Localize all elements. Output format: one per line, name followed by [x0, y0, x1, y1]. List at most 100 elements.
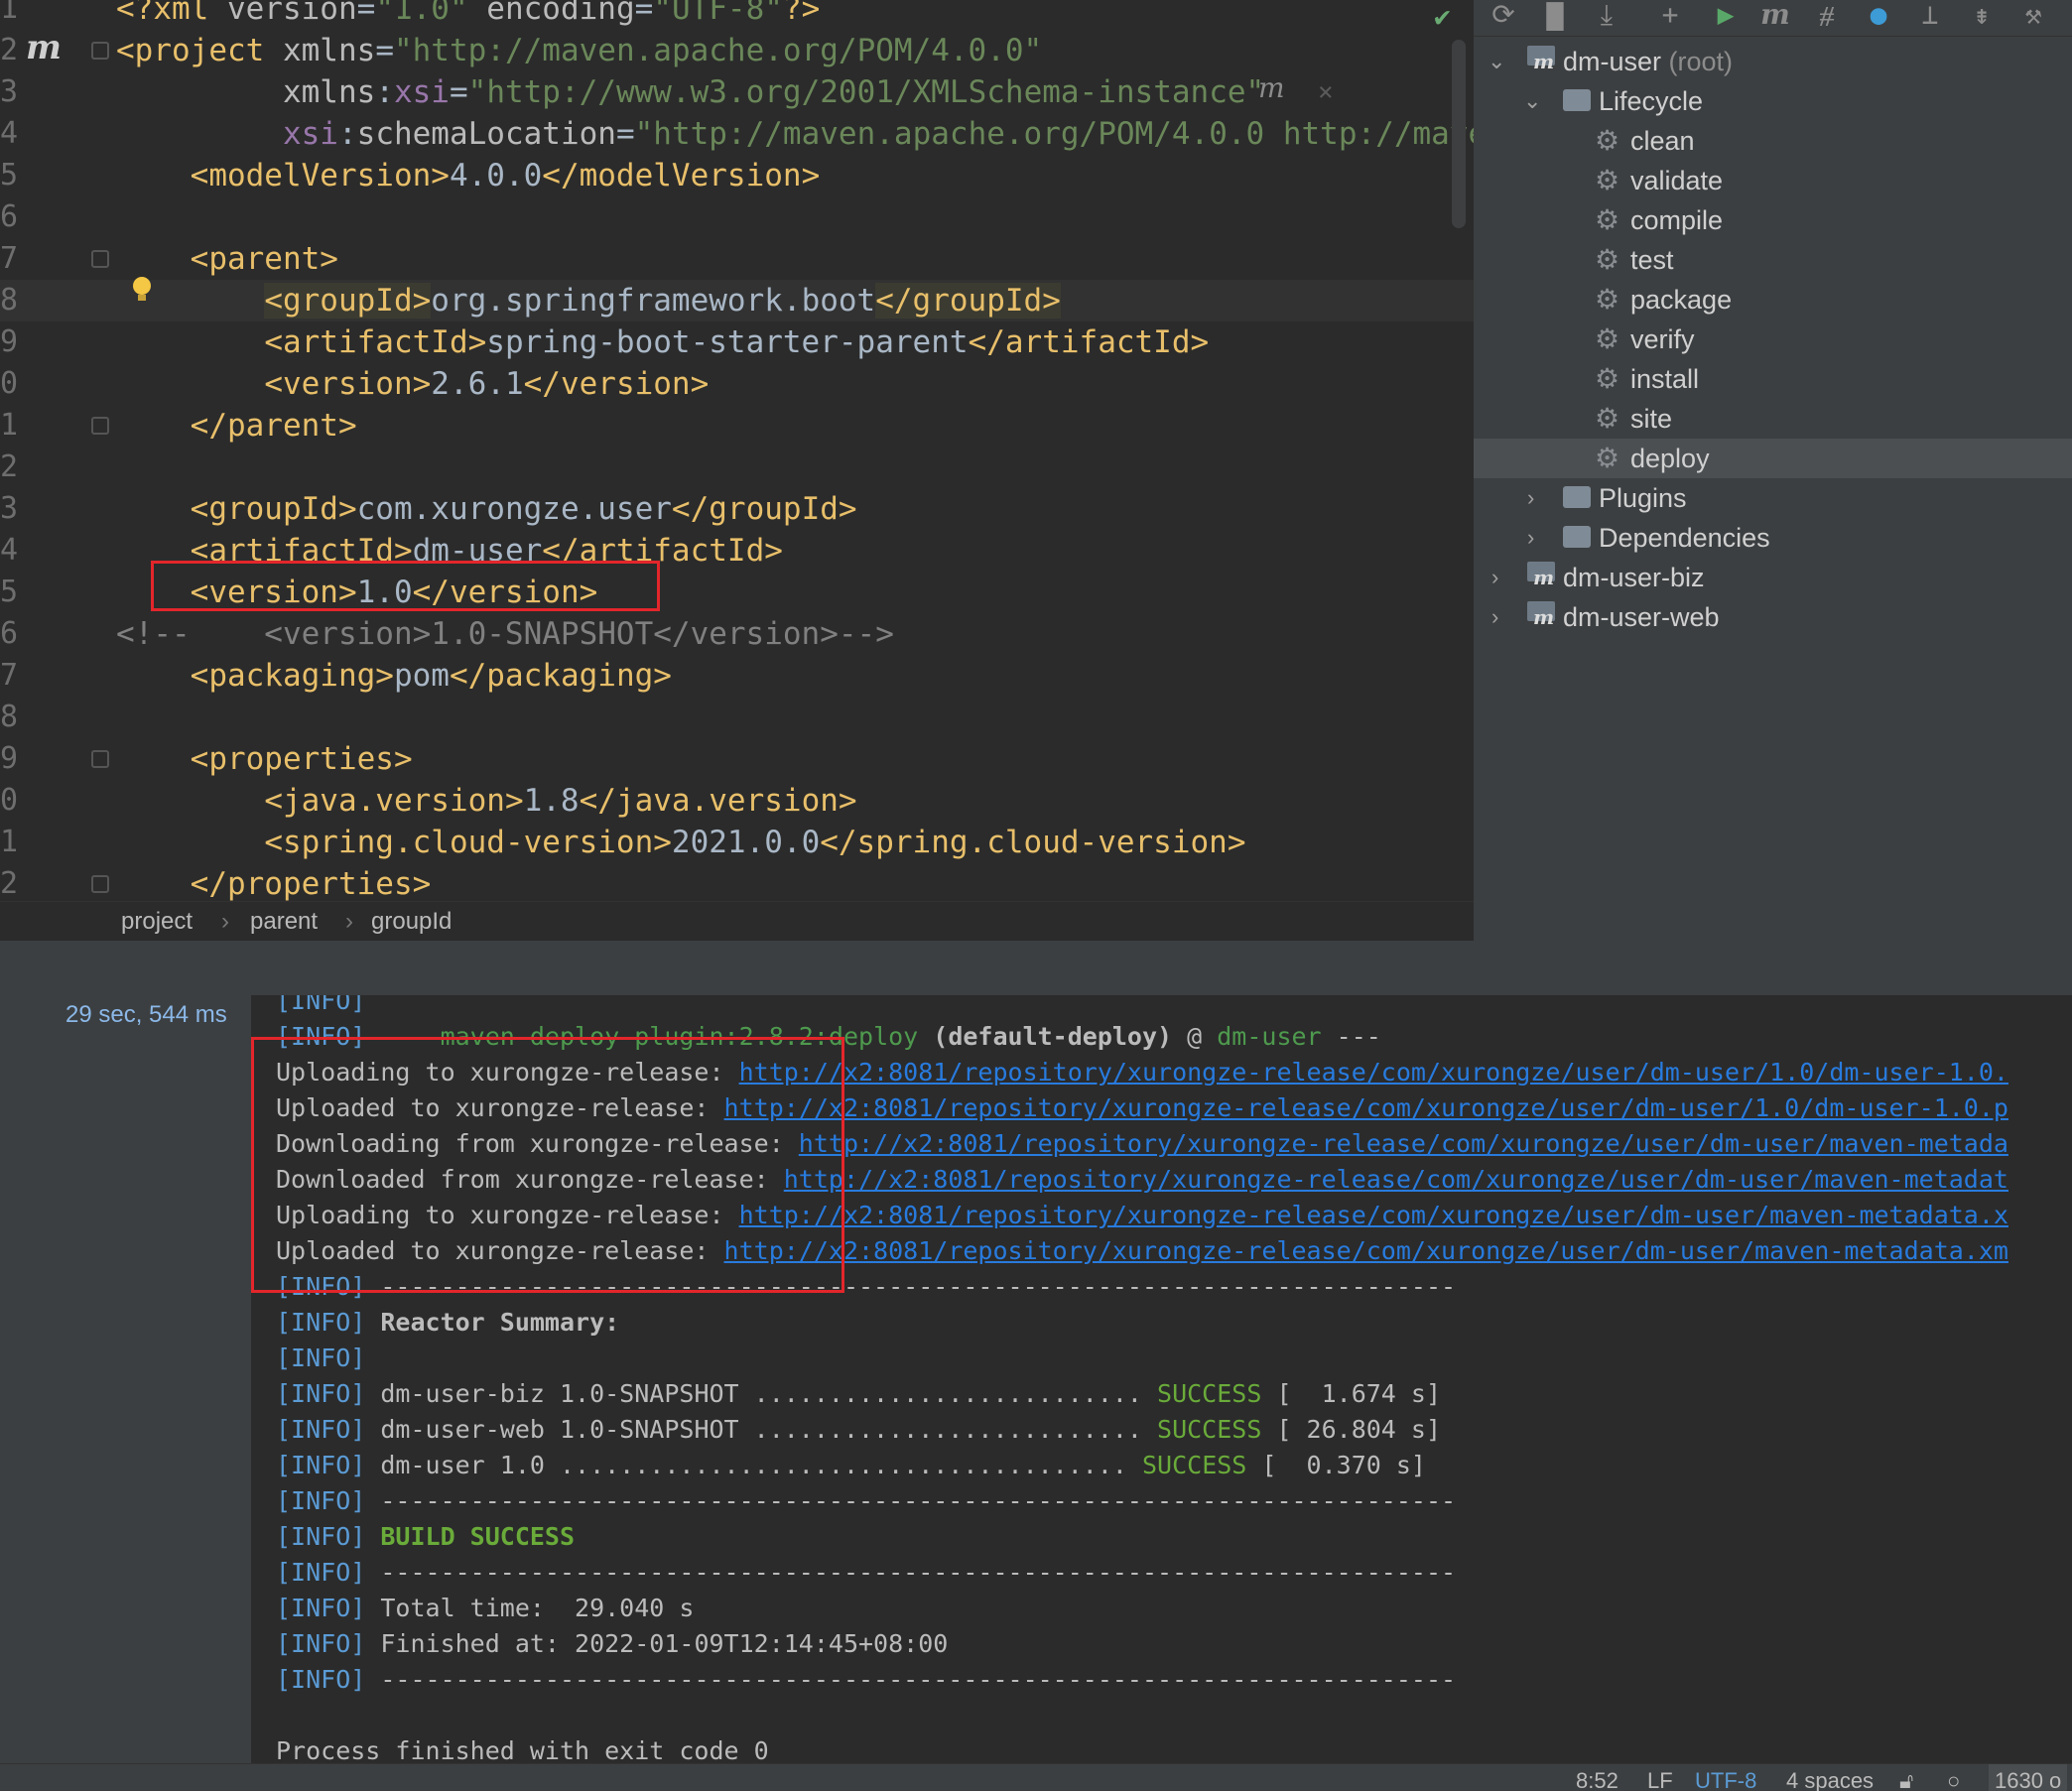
lifecycle-item-deploy[interactable]: ⚙ deploy — [1474, 439, 2072, 478]
lifecycle-item-clean[interactable]: ⚙ clean — [1474, 121, 2072, 161]
code-token: </artifactId> — [968, 324, 1210, 360]
line-number: 7 — [0, 241, 19, 276]
line-number: 9 — [0, 741, 19, 776]
tree-item-label: Dependencies — [1599, 523, 1770, 553]
code-text: <version>2.6.1</version> — [116, 363, 709, 405]
breadcrumb-item-project[interactable]: project — [121, 902, 193, 941]
code-token: 1.8 — [523, 783, 580, 819]
inspection-ok-icon[interactable]: ✔ — [1434, 0, 1451, 33]
code-line[interactable]: 6 — [0, 196, 1474, 238]
chevron-down-icon[interactable]: ⌄ — [1488, 42, 1505, 81]
code-token: </version> — [523, 366, 710, 402]
lifecycle-item-validate[interactable]: ⚙ validate — [1474, 161, 2072, 200]
code-line[interactable]: 6 <!-- <version>1.0-SNAPSHOT</version>--> — [0, 613, 1474, 655]
lifecycle-label: site — [1630, 404, 1673, 434]
lifecycle-item-verify[interactable]: ⚙ verify — [1474, 320, 2072, 359]
fold-marker-icon[interactable] — [91, 417, 109, 435]
caret-position[interactable]: 8:52 — [1576, 1764, 1619, 1791]
code-line[interactable]: 1 </parent> — [0, 405, 1474, 447]
code-line[interactable]: 5 <modelVersion>4.0.0</modelVersion> — [0, 155, 1474, 196]
code-text: <properties> — [116, 738, 413, 780]
code-line[interactable]: 2 <project xmlns="http://maven.apache.org… — [0, 30, 1474, 71]
code-line[interactable]: 7 <parent> — [0, 238, 1474, 280]
code-line[interactable]: 3 <groupId>com.xurongze.user</groupId> — [0, 488, 1474, 530]
tool-window-separator[interactable] — [0, 941, 2072, 995]
fold-marker-icon[interactable] — [91, 750, 109, 768]
fold-marker-icon[interactable] — [91, 875, 109, 893]
code-line[interactable]: 4 xsi:schemaLocation="http://maven.apach… — [0, 113, 1474, 155]
search-icon[interactable]: ○ — [1947, 1764, 1960, 1791]
chevron-right-icon[interactable]: › — [1527, 518, 1534, 558]
code-line[interactable]: 9 <artifactId>spring-boot-starter-parent… — [0, 321, 1474, 363]
code-line[interactable]: 2 </properties> — [0, 863, 1474, 905]
line-number: 6 — [0, 199, 19, 234]
breadcrumb-item-parent[interactable]: parent — [250, 902, 318, 941]
download-icon[interactable]: ⤓ — [1589, 0, 1624, 32]
add-icon[interactable]: + — [1652, 0, 1688, 32]
file-encoding[interactable]: UTF-8 — [1695, 1764, 1756, 1791]
chevron-down-icon[interactable]: ⌄ — [1523, 81, 1541, 121]
chevron-right-icon[interactable]: › — [1491, 597, 1498, 637]
lock-icon[interactable]: 🔓︎ — [1899, 1764, 1913, 1791]
memory-indicator[interactable]: 1630 o — [1989, 1764, 2068, 1791]
console-link[interactable]: http://x2:8081/repository/xurongze-relea… — [724, 1093, 2008, 1122]
run-icon[interactable]: ▶ — [1708, 0, 1744, 32]
line-number: 3 — [0, 491, 19, 526]
chevron-right-icon[interactable]: › — [1527, 478, 1534, 518]
console-line: [INFO] dm-user-web 1.0-SNAPSHOT ........… — [276, 1412, 1441, 1448]
lifecycle-item-package[interactable]: ⚙ package — [1474, 280, 2072, 320]
breadcrumb-item-groupid[interactable]: groupId — [371, 902, 452, 941]
fold-marker-icon[interactable] — [91, 250, 109, 268]
code-line[interactable]: 1 <spring.cloud-version>2021.0.0</spring… — [0, 822, 1474, 863]
editor-scrollbar[interactable] — [1452, 40, 1466, 228]
console-text: dm-user-biz 1.0-SNAPSHOT ...............… — [365, 1379, 1158, 1408]
run-console[interactable]: 29 sec, 544 ms [INFO] [INFO] --- maven-de… — [0, 995, 2072, 1763]
maven-gutter-icon[interactable]: m — [26, 28, 62, 67]
chevron-right-icon[interactable]: › — [1491, 558, 1498, 597]
console-link[interactable]: http://x2:8081/repository/xurongze-relea… — [784, 1165, 2008, 1194]
reimport-icon[interactable]: ▇ — [1537, 0, 1573, 32]
refresh-icon[interactable]: ⟳ — [1486, 0, 1521, 32]
console-text: [INFO] — [276, 1558, 366, 1587]
code-line[interactable]: 8 <groupId>org.springframework.boot</gro… — [0, 280, 1474, 321]
code-token: </spring.cloud-version> — [820, 825, 1246, 860]
line-number: 4 — [0, 116, 19, 151]
line-number: 5 — [0, 575, 19, 609]
console-text: --- — [1321, 1022, 1381, 1051]
code-line[interactable]: 3 xmlns:xsi="http://www.w3.org/2001/XMLS… — [0, 71, 1474, 113]
maven-load-changes-icon[interactable]: m — [1258, 71, 1285, 104]
console-line: [INFO] Finished at: 2022-01-09T12:14:45+… — [276, 1626, 948, 1662]
indent-setting[interactable]: 4 spaces — [1786, 1764, 1874, 1791]
code-editor[interactable]: 1 <?xml version="1.0" encoding="UTF-8"?> 2… — [0, 0, 1474, 941]
fold-marker-icon[interactable] — [91, 42, 109, 60]
collapse-all-icon[interactable]: ⇟ — [1964, 0, 2000, 32]
toggle-offline-icon[interactable]: ⧣ — [1809, 0, 1845, 32]
show-dependencies-icon[interactable]: ⊥ — [1912, 0, 1948, 32]
code-line[interactable]: 7 <packaging>pom</packaging> — [0, 655, 1474, 697]
code-line[interactable]: 2 — [0, 447, 1474, 488]
lifecycle-item-install[interactable]: ⚙ install — [1474, 359, 2072, 399]
line-number: 3 — [0, 74, 19, 109]
close-icon[interactable]: × — [1318, 77, 1334, 107]
code-line[interactable]: 1 <?xml version="1.0" encoding="UTF-8"?> — [0, 0, 1474, 30]
console-link[interactable]: http://x2:8081/repository/xurongze-relea… — [724, 1236, 2008, 1265]
console-link[interactable]: http://x2:8081/repository/xurongze-relea… — [739, 1058, 2008, 1087]
console-link[interactable]: http://x2:8081/repository/xurongze-relea… — [739, 1201, 2008, 1229]
code-token: <spring.cloud-version> — [264, 825, 672, 860]
code-line[interactable]: 9 <properties> — [0, 738, 1474, 780]
lifecycle-item-site[interactable]: ⚙ site — [1474, 399, 2072, 439]
line-separator[interactable]: LF — [1647, 1764, 1673, 1791]
code-line[interactable]: 8 — [0, 697, 1474, 738]
console-text: dm-user 1.0 ............................… — [365, 1451, 1142, 1479]
code-token: xmlns — [282, 33, 376, 68]
lightbulb-icon[interactable] — [130, 276, 154, 304]
code-line[interactable]: 0 <version>2.6.1</version> — [0, 363, 1474, 405]
maven-goal-icon[interactable]: m — [1757, 0, 1793, 32]
skip-tests-icon[interactable]: ● — [1861, 0, 1896, 32]
plugins-folder-icon — [1563, 486, 1591, 508]
lifecycle-item-compile[interactable]: ⚙ compile — [1474, 200, 2072, 240]
settings-icon[interactable]: ⚒ — [2015, 0, 2051, 32]
lifecycle-item-test[interactable]: ⚙ test — [1474, 240, 2072, 280]
code-line[interactable]: 0 <java.version>1.8</java.version> — [0, 780, 1474, 822]
console-link[interactable]: http://x2:8081/repository/xurongze-relea… — [799, 1129, 2008, 1158]
